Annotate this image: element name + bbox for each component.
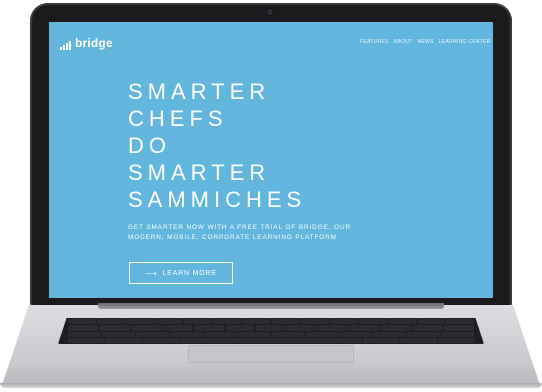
keyboard xyxy=(58,318,484,344)
headline-line: DO xyxy=(128,133,171,158)
key-row xyxy=(68,319,475,325)
subtext-line: GET SMARTER NOW WITH A FREE TRIAL OF BRI… xyxy=(128,224,351,231)
bar-chart-icon xyxy=(60,41,71,50)
logo-text: bridge xyxy=(75,36,113,50)
subtext-line: MODERN, MOBILE, CORPORATE LEARNING PLATF… xyxy=(128,234,340,241)
headline-line: SMARTER xyxy=(128,160,271,185)
camera-icon xyxy=(267,9,273,15)
nav-item-learning-center[interactable]: LEARNING CENTER xyxy=(439,39,491,45)
key-row xyxy=(68,331,475,337)
laptop-screen: bridge FEATURES ABOUT NEWS LEARNING CENT… xyxy=(49,22,493,298)
laptop-lid: bridge FEATURES ABOUT NEWS LEARNING CENT… xyxy=(30,3,512,307)
nav-item-features[interactable]: FEATURES xyxy=(360,39,389,45)
arrow-right-icon: ⟶ xyxy=(145,268,158,278)
site-logo[interactable]: bridge xyxy=(60,36,113,50)
learn-more-label: LEARN MORE xyxy=(162,269,217,277)
key-row xyxy=(68,337,474,343)
main-nav: FEATURES ABOUT NEWS LEARNING CENTER BA xyxy=(360,39,493,45)
key-row xyxy=(68,325,475,331)
headline-line: CHEFS xyxy=(128,106,228,131)
laptop-hinge xyxy=(98,303,444,309)
nav-item-about[interactable]: ABOUT xyxy=(394,39,413,45)
hero-subtext: GET SMARTER NOW WITH A FREE TRIAL OF BRI… xyxy=(128,223,428,243)
headline-line: SMARTER xyxy=(128,79,271,104)
trackpad xyxy=(188,345,354,363)
laptop-bottom-edge xyxy=(0,383,542,388)
headline-line: SAMMICHES xyxy=(128,187,307,212)
learn-more-button[interactable]: ⟶ LEARN MORE xyxy=(129,262,233,284)
nav-item-news[interactable]: NEWS xyxy=(418,39,434,45)
hero-headline: SMARTER CHEFS DO SMARTER SAMMICHES xyxy=(128,78,468,213)
